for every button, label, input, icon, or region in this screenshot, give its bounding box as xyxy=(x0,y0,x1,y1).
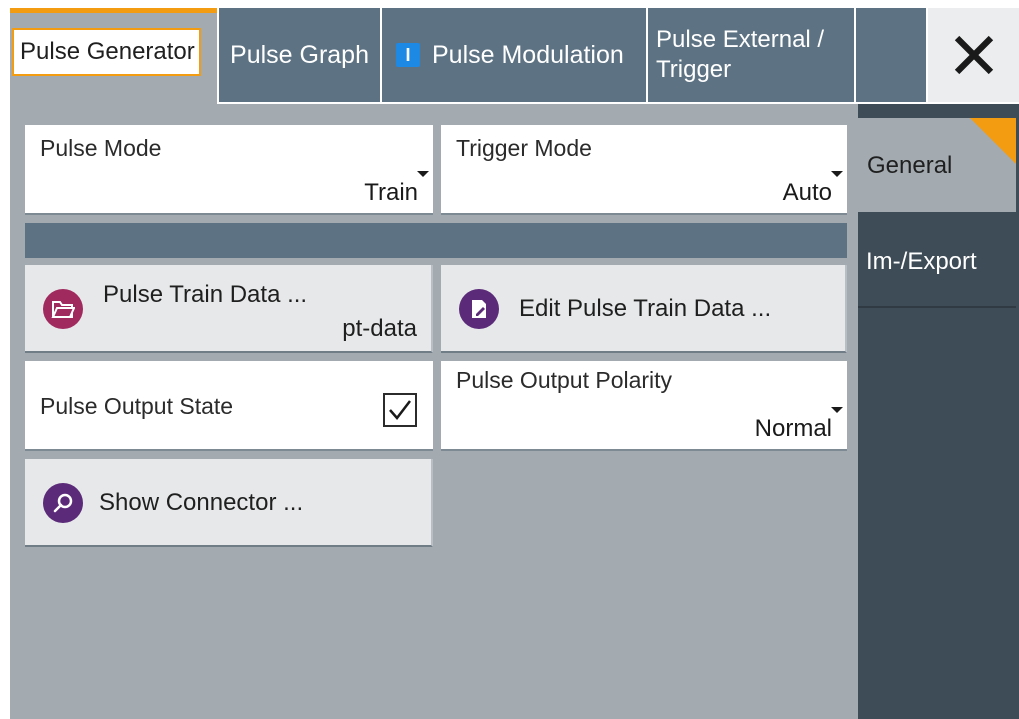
tab-bar: Pulse Generator Pulse Graph I Pulse Modu… xyxy=(0,0,1019,104)
info-badge-icon: I xyxy=(396,43,420,67)
edit-pulse-train-data-button[interactable]: Edit Pulse Train Data ... xyxy=(441,265,847,353)
pulse-output-polarity-value: Normal xyxy=(754,415,832,442)
pulse-output-polarity-select[interactable]: Pulse Output Polarity Normal xyxy=(441,361,847,451)
pulse-output-state-checkbox[interactable] xyxy=(383,393,417,427)
pulse-mode-select[interactable]: Pulse Mode Train xyxy=(25,125,433,215)
pulse-output-state-label: Pulse Output State xyxy=(40,393,234,419)
edit-document-icon xyxy=(459,289,499,329)
tab-pulse-external-label-line1: Pulse External / xyxy=(656,26,825,53)
tab-pulse-graph-label: Pulse Graph xyxy=(230,40,369,69)
side-tab-bar: General Im-/Export xyxy=(858,104,1019,719)
side-tab-general-label: General xyxy=(867,152,953,179)
side-tab-general[interactable]: General xyxy=(858,118,1016,212)
pulse-train-data-value: pt-data xyxy=(342,315,417,342)
dialog-window: Pulse Generator Pulse Graph I Pulse Modu… xyxy=(0,0,1019,719)
show-connector-button[interactable]: Show Connector ... xyxy=(25,459,433,547)
tab-empty xyxy=(856,8,926,102)
dropdown-caret-icon xyxy=(831,407,843,413)
tab-pulse-graph[interactable]: Pulse Graph xyxy=(219,8,380,102)
dropdown-caret-icon xyxy=(417,171,429,177)
folder-open-icon xyxy=(43,289,83,329)
side-tab-im-export-label: Im-/Export xyxy=(866,248,977,275)
pulse-mode-value: Train xyxy=(364,179,418,206)
active-corner-marker xyxy=(970,118,1016,164)
close-button[interactable] xyxy=(928,8,1019,102)
pulse-train-data-button[interactable]: Pulse Train Data ... pt-data xyxy=(25,265,433,353)
trigger-mode-select[interactable]: Trigger Mode Auto xyxy=(441,125,847,215)
search-icon xyxy=(43,483,83,523)
pulse-output-polarity-label: Pulse Output Polarity xyxy=(456,367,673,393)
close-icon xyxy=(954,35,993,75)
dropdown-caret-icon xyxy=(831,171,843,177)
trigger-mode-value: Auto xyxy=(782,179,832,206)
show-connector-label: Show Connector ... xyxy=(99,489,304,516)
checkmark-icon xyxy=(389,400,411,420)
pulse-train-data-label: Pulse Train Data ... xyxy=(103,281,308,308)
tab-pulse-modulation-label: Pulse Modulation xyxy=(432,40,624,69)
tab-pulse-external-trigger[interactable]: Pulse External / Trigger xyxy=(648,8,854,102)
tab-pulse-generator[interactable]: Pulse Generator xyxy=(10,8,217,104)
pulse-output-state-field: Pulse Output State xyxy=(25,361,433,451)
tab-pulse-modulation[interactable]: I Pulse Modulation xyxy=(382,8,646,102)
side-tab-im-export[interactable]: Im-/Export xyxy=(858,214,1016,308)
trigger-mode-label: Trigger Mode xyxy=(456,135,592,161)
pulse-mode-label: Pulse Mode xyxy=(40,135,162,161)
tab-pulse-external-label-line2: Trigger xyxy=(656,56,732,83)
settings-panel: Pulse Mode Train Trigger Mode Auto Pulse… xyxy=(10,104,1019,719)
tab-pulse-generator-label: Pulse Generator xyxy=(12,27,201,76)
edit-pulse-train-data-label: Edit Pulse Train Data ... xyxy=(519,295,772,322)
section-divider xyxy=(25,223,847,258)
